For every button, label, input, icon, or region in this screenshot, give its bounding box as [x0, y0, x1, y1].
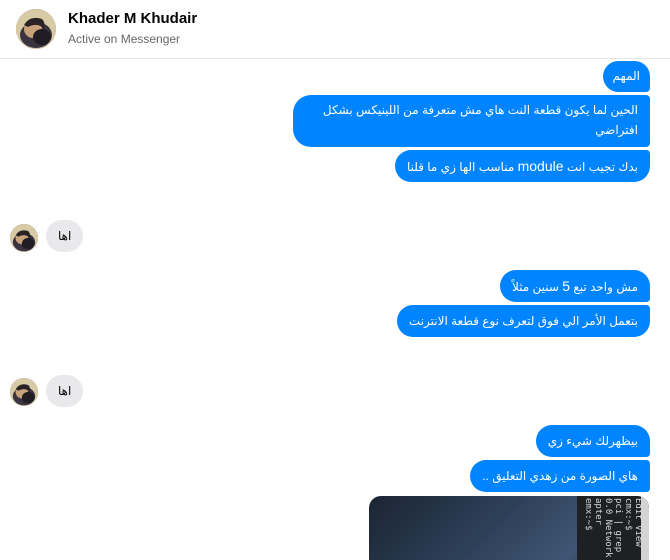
message-bubble-outgoing[interactable]: بتعمل الأمر الي فوق لتعرف نوع قطعة الانت…	[396, 305, 650, 337]
message-bubble-outgoing[interactable]: الحين لما يكون قطعة النت هاي مش متعرفة م…	[293, 95, 650, 147]
contact-status: Active on Messenger	[68, 32, 181, 46]
message-text: مش واحد تبع	[570, 280, 638, 294]
message-number: 5	[562, 278, 571, 294]
terminal-text: Edit View cmx:~$ pci | grep 0.0 Network …	[583, 498, 643, 558]
terminal-line: cmx:~$	[623, 498, 633, 531]
contact-avatar[interactable]	[16, 9, 56, 49]
message-text: بدك تجيب انت	[563, 160, 638, 174]
message-bubble-outgoing[interactable]: بدك تجيب انت module مناسب الها زي ما قلن…	[394, 150, 650, 182]
sender-avatar[interactable]	[10, 224, 38, 252]
message-text: سنين مثلاً	[511, 280, 563, 294]
message-bubble-outgoing[interactable]: هاي الصورة من زهدي التعليق ..	[470, 460, 650, 492]
message-bubble-outgoing[interactable]: بيظهرلك شيء زي	[535, 425, 650, 457]
message-text-latin: module	[517, 158, 564, 174]
terminal-line: pci | grep	[613, 498, 623, 553]
message-bubble-incoming[interactable]: اها	[46, 220, 84, 252]
message-image-attachment[interactable]: Edit View cmx:~$ pci | grep 0.0 Network …	[369, 496, 649, 560]
conversation-header: Khader M Khudair Active on Messenger	[0, 0, 670, 59]
message-bubble-incoming[interactable]: اها	[46, 375, 84, 407]
contact-name[interactable]: Khader M Khudair	[68, 10, 197, 27]
message-text: مناسب الها زي ما قلنا	[406, 160, 518, 174]
message-line: افتراضي	[595, 123, 638, 137]
message-line: الحين لما يكون قطعة النت هاي مش متعرفة م…	[322, 103, 638, 117]
terminal-line: apter	[593, 498, 603, 526]
terminal-screenshot: Edit View cmx:~$ pci | grep 0.0 Network …	[577, 496, 649, 560]
terminal-window-edge	[641, 496, 649, 560]
message-bubble-outgoing[interactable]: المهم	[602, 61, 650, 92]
message-bubble-outgoing[interactable]: مش واحد تبع 5 سنين مثلاً	[499, 270, 650, 302]
sender-avatar[interactable]	[10, 378, 38, 406]
terminal-line: emx:~$	[583, 498, 593, 531]
terminal-line: 0.0 Network	[603, 498, 613, 558]
